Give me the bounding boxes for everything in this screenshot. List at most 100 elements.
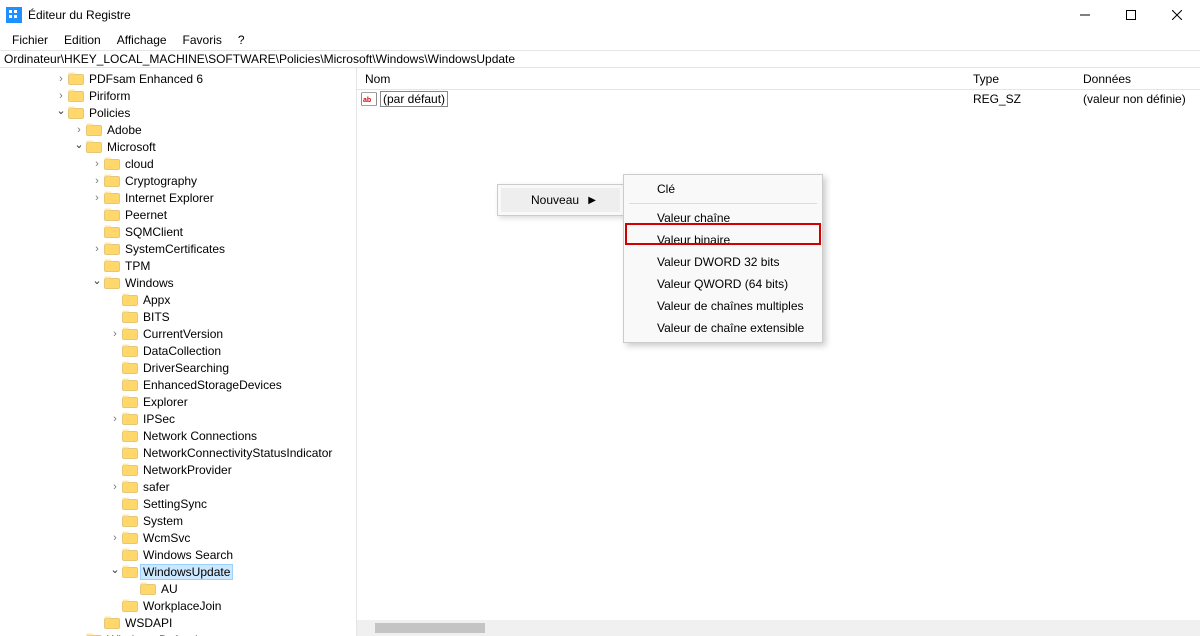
tree-item-label: EnhancedStorageDevices: [141, 378, 284, 392]
chevron-right-icon[interactable]: ›: [108, 412, 122, 426]
minimize-button[interactable]: [1062, 0, 1108, 29]
column-name[interactable]: Nom: [357, 69, 965, 89]
tree-item-ipsec[interactable]: ›IPSec: [0, 410, 356, 427]
scrollbar-thumb[interactable]: [375, 623, 485, 633]
tree-item-au[interactable]: AU: [0, 580, 356, 597]
tree-item-settingsync[interactable]: SettingSync: [0, 495, 356, 512]
tree-item-policies[interactable]: ⌄Policies: [0, 104, 356, 121]
submenu-item-qword[interactable]: Valeur QWORD (64 bits): [627, 273, 819, 295]
address-bar[interactable]: Ordinateur\HKEY_LOCAL_MACHINE\SOFTWARE\P…: [0, 50, 1200, 68]
tree-item-windows[interactable]: ⌄ Windows: [0, 274, 356, 291]
submenu-item-multistring[interactable]: Valeur de chaînes multiples: [627, 295, 819, 317]
tree-item-label: Windows Defender: [105, 633, 210, 636]
chevron-right-icon[interactable]: ›: [90, 174, 104, 188]
folder-icon: [68, 106, 84, 119]
tree-item-sqmclient[interactable]: SQMClient: [0, 223, 356, 240]
tree-item-cloud[interactable]: ›cloud: [0, 155, 356, 172]
tree-item-piriform[interactable]: › Piriform: [0, 87, 356, 104]
chevron-down-icon[interactable]: ⌄: [90, 274, 104, 288]
title-bar: Éditeur du Registre: [0, 0, 1200, 30]
folder-icon: [68, 72, 84, 85]
chevron-right-icon[interactable]: ›: [72, 123, 86, 137]
expander-placeholder: [108, 463, 122, 477]
tree-item-label: Windows: [123, 276, 176, 290]
chevron-right-icon[interactable]: ›: [108, 480, 122, 494]
menu-file[interactable]: Fichier: [4, 31, 56, 49]
tree-item-label: Piriform: [87, 89, 132, 103]
list-body[interactable]: ab (par défaut) REG_SZ (valeur non défin…: [357, 90, 1200, 620]
chevron-right-icon[interactable]: ›: [90, 191, 104, 205]
horizontal-scrollbar[interactable]: [357, 620, 1200, 636]
folder-icon: [86, 140, 102, 153]
folder-icon: [68, 89, 84, 102]
tree-item-label: AU: [159, 582, 180, 596]
chevron-down-icon[interactable]: ⌄: [72, 138, 86, 152]
menu-edit[interactable]: Edition: [56, 31, 109, 49]
menu-view[interactable]: Affichage: [109, 31, 175, 49]
tree-item-cryptography[interactable]: ›Cryptography: [0, 172, 356, 189]
chevron-down-icon[interactable]: ⌄: [108, 563, 122, 577]
tree-item-pdfsam-enhanced-6[interactable]: ›PDFsam Enhanced 6: [0, 70, 356, 87]
tree-item-workplacejoin[interactable]: WorkplaceJoin: [0, 597, 356, 614]
tree-item-label: safer: [141, 480, 172, 494]
svg-text:ab: ab: [363, 97, 371, 104]
chevron-right-icon[interactable]: ›: [72, 633, 86, 636]
maximize-button[interactable]: [1108, 0, 1154, 29]
chevron-right-icon[interactable]: ›: [108, 327, 122, 341]
value-row-default[interactable]: ab (par défaut) REG_SZ (valeur non défin…: [357, 90, 1200, 108]
tree-item-network-connections[interactable]: Network Connections: [0, 427, 356, 444]
chevron-right-icon[interactable]: ›: [108, 531, 122, 545]
string-value-icon: ab: [361, 92, 377, 106]
submenu-item-string[interactable]: Valeur chaîne: [627, 207, 819, 229]
tree-item-networkprovider[interactable]: NetworkProvider: [0, 461, 356, 478]
chevron-down-icon[interactable]: ⌄: [54, 104, 68, 118]
expander-placeholder: [90, 208, 104, 222]
chevron-right-icon[interactable]: ›: [90, 242, 104, 256]
chevron-right-icon[interactable]: ›: [54, 89, 68, 103]
submenu-item-binary[interactable]: Valeur binaire: [627, 229, 819, 251]
tree-item-label: Network Connections: [141, 429, 259, 443]
tree-item-adobe[interactable]: ›Adobe: [0, 121, 356, 138]
context-menu-item-new[interactable]: Nouveau ▶: [501, 188, 620, 212]
tree-item-windowsupdate[interactable]: ⌄WindowsUpdate: [0, 563, 356, 580]
tree-item-wcmsvc[interactable]: ›WcmSvc: [0, 529, 356, 546]
folder-icon: [122, 480, 138, 493]
tree-item-datacollection[interactable]: DataCollection: [0, 342, 356, 359]
value-name: (par défaut): [381, 92, 447, 106]
tree-item-bits[interactable]: BITS: [0, 308, 356, 325]
menu-bar: Fichier Edition Affichage Favoris ?: [0, 30, 1200, 50]
tree-item-networkconnectivitystatusindicator[interactable]: NetworkConnectivityStatusIndicator: [0, 444, 356, 461]
tree-item-system[interactable]: System: [0, 512, 356, 529]
close-button[interactable]: [1154, 0, 1200, 29]
tree-item-driversearching[interactable]: DriverSearching: [0, 359, 356, 376]
submenu-item-key[interactable]: Clé: [627, 178, 819, 200]
tree-item-microsoft[interactable]: ⌄Microsoft: [0, 138, 356, 155]
tree-item-windows-search[interactable]: Windows Search: [0, 546, 356, 563]
tree-item-systemcertificates[interactable]: ›SystemCertificates: [0, 240, 356, 257]
column-type[interactable]: Type: [965, 69, 1075, 89]
chevron-right-icon[interactable]: ›: [90, 157, 104, 171]
folder-icon: [104, 276, 120, 289]
tree-item-safer[interactable]: › safer: [0, 478, 356, 495]
menu-favorites[interactable]: Favoris: [175, 31, 230, 49]
expander-placeholder: [108, 497, 122, 511]
tree-item-peernet[interactable]: Peernet: [0, 206, 356, 223]
tree-item-explorer[interactable]: Explorer: [0, 393, 356, 410]
tree-item-enhancedstoragedevices[interactable]: EnhancedStorageDevices: [0, 376, 356, 393]
context-menu-item-label: Nouveau: [531, 193, 579, 207]
tree-pane[interactable]: ›PDFsam Enhanced 6›Piriform⌄Policies›Ado…: [0, 68, 357, 636]
expander-placeholder: [108, 599, 122, 613]
tree-item-internet-explorer[interactable]: ›Internet Explorer: [0, 189, 356, 206]
tree-item-tpm[interactable]: TPM: [0, 257, 356, 274]
tree-item-wsdapi[interactable]: WSDAPI: [0, 614, 356, 631]
chevron-right-icon[interactable]: ›: [54, 72, 68, 86]
menu-help[interactable]: ?: [230, 31, 253, 49]
tree-item-windows-defender[interactable]: › Windows Defender: [0, 631, 356, 636]
tree-item-appx[interactable]: Appx: [0, 291, 356, 308]
submenu-item-dword[interactable]: Valeur DWORD 32 bits: [627, 251, 819, 273]
folder-icon: [122, 344, 138, 357]
tree-item-currentversion[interactable]: ›CurrentVersion: [0, 325, 356, 342]
column-data[interactable]: Données: [1075, 69, 1200, 89]
expander-placeholder: [108, 344, 122, 358]
submenu-item-expandstring[interactable]: Valeur de chaîne extensible: [627, 317, 819, 339]
